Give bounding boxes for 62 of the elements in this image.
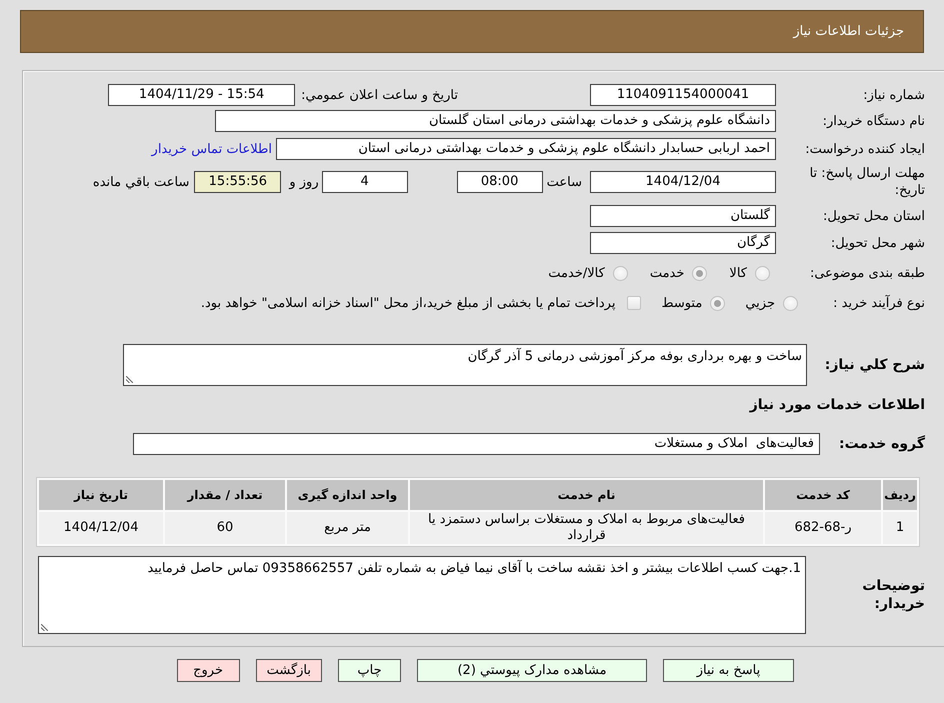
need-number-field[interactable]: 1104091154000041 <box>590 84 776 106</box>
table-cell: متر مربع <box>287 512 408 544</box>
section-heading: اطلاعات خدمات مورد نیاز <box>750 397 925 413</box>
service-group-field[interactable]: فعالیت‌های املاک و مستغلات <box>133 433 820 455</box>
resize-handle-icon[interactable] <box>126 376 133 383</box>
field-label: شهر محل تحویل: <box>830 234 925 252</box>
field-label: شرح کلي نیاز: <box>824 356 925 374</box>
deadline-time-field[interactable]: 08:00 <box>456 171 543 193</box>
column-header: کد خدمت <box>765 480 881 510</box>
field-label: استان محل تحویل: <box>823 208 925 224</box>
radio-label: متوسط <box>661 294 702 312</box>
radio-button[interactable] <box>783 296 798 310</box>
requester-field[interactable]: احمد اربابی حسابدار دانشگاه علوم پزشکی و خدمات بهداشتی درمانی استان <box>276 138 776 160</box>
radio-button[interactable] <box>692 266 708 280</box>
field-label: گروه خدمت: <box>839 435 925 453</box>
field-label: توضیحات خریدار: <box>861 577 925 613</box>
action-button[interactable]: چاپ <box>338 659 401 682</box>
radio-label: خدمت <box>650 264 684 282</box>
province-field[interactable]: گلستان <box>590 205 776 227</box>
days-label: روز و <box>289 174 319 190</box>
remaining-label: ساعت باقي مانده <box>92 174 190 190</box>
notes-field[interactable]: 1.جهت کسب اطلاعات بیشتر و اخذ نقشه ساخت با آقای نیما فیاض به شماره تلفن 09358662557 تماس حاصل فرمایید <box>38 556 806 634</box>
table-cell: 1404/12/04 <box>39 512 163 544</box>
resize-handle-icon[interactable] <box>41 624 48 631</box>
checkbox-label: پرداخت تمام یا بخشی از مبلغ خرید،از محل "اسناد خزانه اسلامی" خواهد بود. <box>200 294 616 312</box>
column-header: واحد اندازه گیری <box>287 480 408 510</box>
exit-button[interactable]: بازگشت <box>256 659 322 682</box>
time-label: ساعت <box>546 174 582 190</box>
column-header: تاریخ نیاز <box>39 480 163 510</box>
table-cell: 60 <box>165 512 285 544</box>
column-header: تعداد / مقدار <box>165 480 285 510</box>
radio-label: کالا/خدمت <box>548 264 605 282</box>
table-cell: 1 <box>883 512 917 544</box>
radio-button[interactable] <box>710 296 726 310</box>
table-cell: فعالیت‌های مربوط به املاک و مستغلات براساس دستمزد یا قرارداد <box>410 512 763 544</box>
days-field[interactable]: 4 <box>322 171 408 193</box>
action-button[interactable]: پاسخ به نیاز <box>663 659 794 682</box>
field-label: طبقه بندی موضوعی: <box>810 264 925 282</box>
radio-button[interactable] <box>612 266 628 280</box>
checkbox[interactable] <box>627 296 642 310</box>
page-title: جزئیات اطلاعات نیاز <box>793 24 904 39</box>
remaining-time-field[interactable]: 15:55:56 <box>194 171 282 193</box>
description-field[interactable]: ساخت و بهره برداری بوفه مرکز آموزشی درمانی 5 آذر گرگان <box>123 344 807 386</box>
radio-label: جزيي <box>745 294 775 312</box>
field-label: نام دستگاه خریدار: <box>822 112 925 130</box>
action-button[interactable]: مشاهده مدارک پیوستي (2) <box>417 659 647 682</box>
radio-label: کالا <box>729 264 747 282</box>
radio-button[interactable] <box>755 266 770 280</box>
table-cell: ر-68-682 <box>765 512 881 544</box>
field-label: ایجاد کننده درخواست: <box>805 140 925 158</box>
deadline-date-field[interactable]: 1404/12/04 <box>590 171 776 193</box>
city-field[interactable]: گرگان <box>590 232 776 254</box>
field-label: تاریخ و ساعت اعلان عمومي: <box>301 88 458 102</box>
exit-button[interactable]: خروج <box>176 659 240 682</box>
column-header: نام خدمت <box>410 480 763 510</box>
contact-link[interactable]: اطلاعات تماس خریدار <box>152 142 272 156</box>
field-label: مهلت ارسال پاسخ: تا تاریخ: <box>808 165 925 199</box>
field-label: نوع فرآیند خرید : <box>833 294 925 312</box>
column-header: ردیف <box>883 480 917 510</box>
buyer-organization-field[interactable]: دانشگاه علوم پزشکی و خدمات بهداشتی درمانی استان گلستان <box>215 110 776 132</box>
field-label: شماره نیاز: <box>863 86 925 104</box>
announcement-date-field[interactable]: 1404/11/29 - 15:54 <box>108 84 296 106</box>
